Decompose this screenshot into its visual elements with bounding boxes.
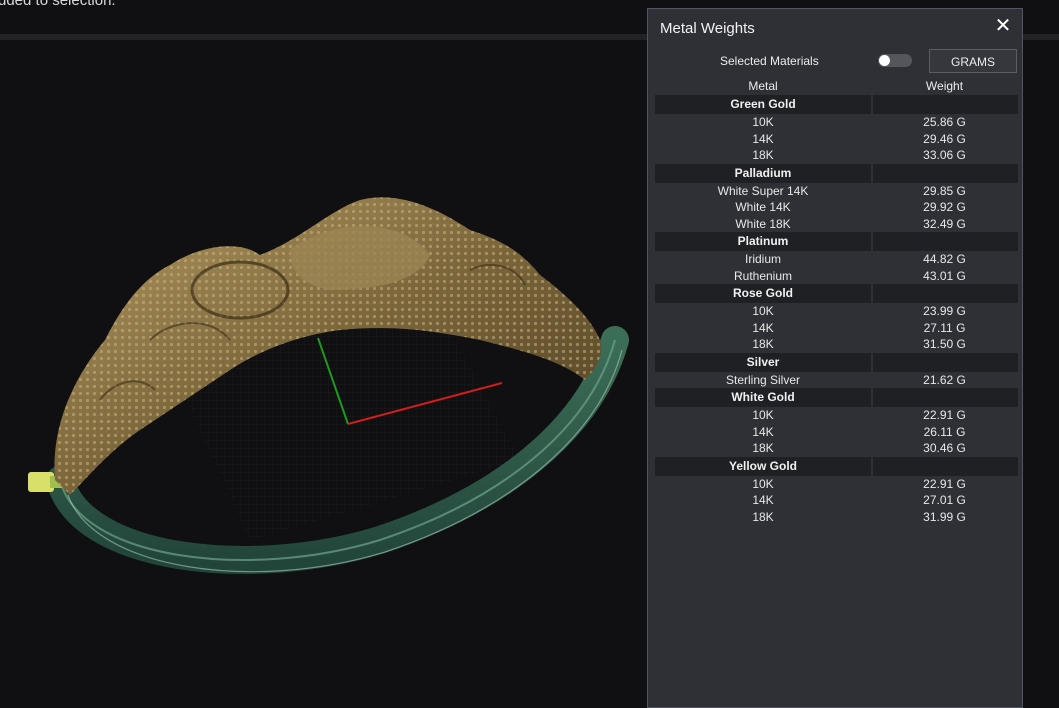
metal-cell: 10K (752, 476, 774, 491)
metal-cell: 10K (752, 304, 774, 318)
group-weight-cell (873, 352, 1018, 372)
group-weight-cell (873, 284, 1018, 303)
selected-materials-label: Selected Materials (720, 54, 819, 68)
weight-cell: 44.82 G (923, 252, 966, 266)
table-row: 10K 22.91 G (655, 476, 1018, 493)
table-row: White Super 14K 29.85 G (655, 183, 1018, 200)
metal-weights-panel: Metal Weights ✕ Selected Materials GRAMS… (647, 8, 1023, 708)
weight-cell: 22.91 G (923, 476, 966, 491)
metal-cell: Ruthenium (733, 268, 793, 283)
weight-cell: 32.49 G (923, 216, 966, 231)
weight-cell: 29.85 G (923, 183, 966, 198)
selected-materials-toggle[interactable] (878, 54, 912, 67)
group-header: Rose Gold (655, 284, 1018, 303)
units-button[interactable]: GRAMS (929, 49, 1017, 73)
close-icon[interactable]: ✕ (992, 15, 1014, 37)
weight-cell: 21.62 G (923, 372, 966, 387)
metal-cell: 14K (752, 493, 774, 507)
metal-cell: 14K (752, 320, 774, 335)
group-header: Yellow Gold (655, 456, 1018, 476)
group-name: Yellow Gold (655, 456, 871, 476)
table-row: 10K 25.86 G (655, 114, 1018, 131)
group-weight-cell (873, 388, 1018, 407)
group-weight-cell (873, 456, 1018, 476)
table-row: 18K 30.46 G (655, 440, 1018, 457)
metal-cell: 18K (752, 509, 774, 524)
table-row: White 18K 32.49 G (655, 216, 1018, 233)
weight-cell: 30.46 G (923, 441, 966, 455)
table-row: 14K 27.01 G (655, 492, 1018, 509)
weight-cell: 27.11 G (923, 320, 966, 335)
metal-cell: 18K (752, 337, 774, 351)
group-name: Palladium (655, 163, 871, 183)
table-row: Ruthenium 43.01 G (655, 268, 1018, 285)
table-row: 18K 33.06 G (655, 147, 1018, 164)
group-name: Silver (655, 352, 871, 372)
table-body: Green Gold 10K 25.86 G 14K 29.46 G 18K 33.06 G… (655, 95, 1018, 525)
weight-cell: 25.86 G (923, 115, 966, 129)
metal-cell: Iridium (744, 252, 781, 266)
weight-cell: 27.01 G (923, 493, 966, 507)
group-name: Green Gold (655, 95, 871, 114)
group-name: Platinum (655, 232, 871, 251)
weights-table: Metal Weight Green Gold 10K 25.86 G 14K 29.4… (655, 78, 1018, 525)
metal-cell: 14K (752, 424, 774, 439)
table-row: White 14K 29.92 G (655, 199, 1018, 216)
metal-cell: White 18K (735, 216, 791, 231)
group-weight-cell (873, 95, 1018, 114)
column-header-weight: Weight (925, 79, 964, 93)
status-message: dded to selection. (0, 0, 116, 9)
weight-cell: 31.99 G (923, 509, 966, 524)
group-header: White Gold (655, 388, 1018, 407)
metal-cell: Sterling Silver (725, 372, 801, 387)
metal-cell: 18K (752, 441, 774, 455)
group-name: Rose Gold (655, 284, 871, 303)
toggle-knob (879, 55, 890, 66)
table-row: 10K 23.99 G (655, 303, 1018, 320)
metal-cell: 18K (752, 148, 774, 162)
weight-cell: 23.99 G (923, 304, 966, 318)
weight-cell: 33.06 G (923, 148, 966, 162)
metal-cell: White 14K (735, 200, 791, 214)
table-header: Metal Weight (655, 78, 1018, 95)
table-row: 10K 22.91 G (655, 407, 1018, 424)
metal-cell: White Super 14K (717, 183, 809, 198)
column-header-metal: Metal (748, 79, 778, 93)
table-row: 14K 26.11 G (655, 424, 1018, 441)
table-row: Iridium 44.82 G (655, 251, 1018, 268)
table-row: Sterling Silver 21.62 G (655, 372, 1018, 389)
metal-cell: 10K (752, 115, 774, 129)
group-header: Silver (655, 352, 1018, 372)
table-row: 14K 27.11 G (655, 320, 1018, 337)
group-header: Green Gold (655, 95, 1018, 114)
weight-cell: 31.50 G (923, 337, 966, 351)
weight-cell: 22.91 G (923, 408, 966, 422)
metal-cell: 10K (752, 408, 774, 422)
table-row: 18K 31.50 G (655, 336, 1018, 353)
group-weight-cell (873, 232, 1018, 251)
weight-cell: 43.01 G (923, 268, 966, 283)
weight-cell: 29.92 G (923, 200, 966, 214)
panel-title: Metal Weights (660, 20, 755, 37)
metal-cell: 14K (752, 131, 774, 146)
group-name: White Gold (655, 388, 871, 407)
weight-cell: 26.11 G (923, 424, 966, 439)
group-weight-cell (873, 163, 1018, 183)
group-header: Palladium (655, 163, 1018, 183)
table-row: 14K 29.46 G (655, 131, 1018, 148)
table-row: 18K 31.99 G (655, 509, 1018, 526)
weight-cell: 29.46 G (923, 131, 966, 146)
group-header: Platinum (655, 232, 1018, 251)
3d-viewport[interactable] (0, 40, 650, 695)
